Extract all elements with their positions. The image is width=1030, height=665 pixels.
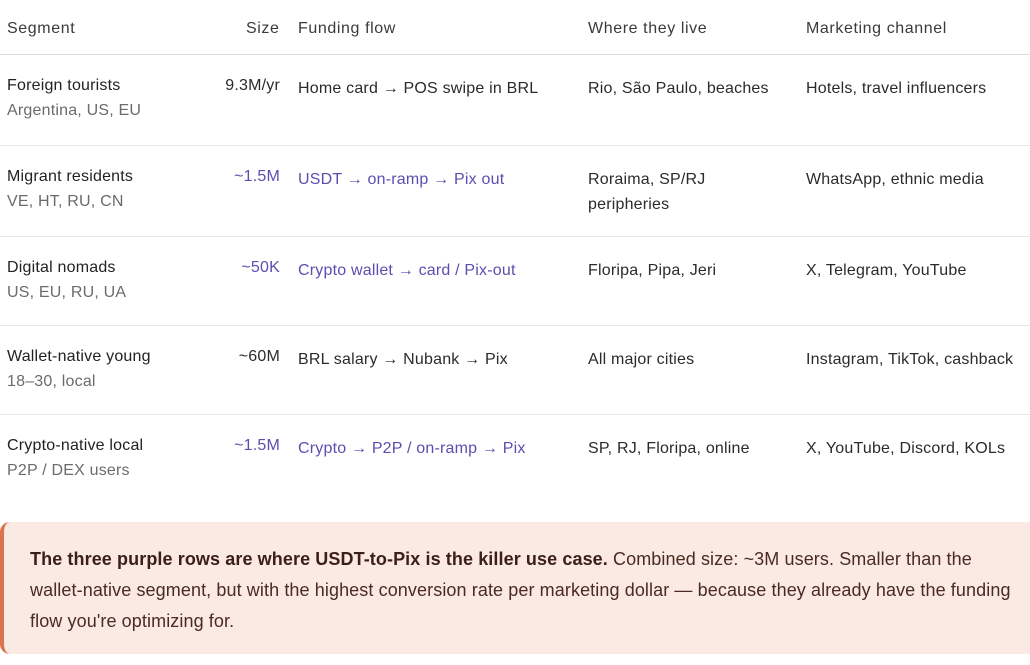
- funding-flow: Crypto wallet → card / Pix-out: [298, 262, 516, 279]
- callout-box: The three purple rows are where USDT-to-…: [0, 522, 1030, 654]
- where-they-live: peripheries: [588, 196, 670, 213]
- table-row: Crypto-native local P2P / DEX users ~1.5M C…: [0, 415, 1030, 505]
- funding-flow: BRL salary → Nubank → Pix: [298, 351, 508, 368]
- header-where-they-live: Where they live: [588, 20, 708, 37]
- header-segment: Segment: [7, 20, 76, 37]
- header-size: Size: [246, 20, 280, 37]
- table-row: Foreign tourists Argentina, US, EU 9.3M/yr…: [0, 55, 1030, 146]
- segment-size: ~50K: [241, 259, 280, 276]
- segment-name: Crypto-native local: [7, 437, 144, 454]
- where-they-live: Rio, São Paulo, beaches: [588, 80, 769, 97]
- callout-text: The three purple rows are where USDT-to-…: [30, 544, 1025, 637]
- marketing-channel: X, Telegram, YouTube: [806, 262, 967, 279]
- callout-bold: The three purple rows are where USDT-to-…: [30, 549, 608, 569]
- where-they-live: Floripa, Pipa, Jeri: [588, 262, 717, 279]
- where-they-live: All major cities: [588, 351, 695, 368]
- segments-table: Segment Size Funding flow Where they liv…: [0, 0, 1030, 505]
- segment-subtitle: P2P / DEX users: [7, 462, 130, 479]
- segment-size: ~60M: [238, 348, 280, 365]
- segment-size: ~1.5M: [234, 437, 280, 454]
- table-row: Digital nomads US, EU, RU, UA ~50K Crypto w…: [0, 237, 1030, 326]
- segment-name: Digital nomads: [7, 259, 116, 276]
- segment-name: Wallet-native young: [7, 348, 151, 365]
- marketing-channel: Instagram, TikTok, cashback: [806, 351, 1014, 368]
- segment-size: ~1.5M: [234, 168, 280, 185]
- marketing-channel: Hotels, travel influencers: [806, 80, 987, 97]
- segment-subtitle: VE, HT, RU, CN: [7, 193, 124, 210]
- segment-name: Migrant residents: [7, 168, 134, 185]
- table-row: Migrant residents VE, HT, RU, CN ~1.5M USDT…: [0, 146, 1030, 237]
- funding-flow: Crypto → P2P / on-ramp → Pix: [298, 440, 526, 457]
- segment-subtitle: Argentina, US, EU: [7, 102, 142, 119]
- marketing-channel: WhatsApp, ethnic media: [806, 171, 984, 188]
- table-row: Wallet-native young 18–30, local ~60M BRL s…: [0, 326, 1030, 415]
- segment-size: 9.3M/yr: [225, 77, 280, 94]
- segment-subtitle: US, EU, RU, UA: [7, 284, 127, 301]
- segment-name: Foreign tourists: [7, 77, 121, 94]
- header-marketing-channel: Marketing channel: [806, 20, 947, 37]
- header-funding-flow: Funding flow: [298, 20, 396, 37]
- table-header: Segment Size Funding flow Where they liv…: [0, 0, 1030, 55]
- where-they-live: SP, RJ, Floripa, online: [588, 440, 750, 457]
- funding-flow: USDT → on-ramp → Pix out: [298, 171, 505, 188]
- table-body: Foreign tourists Argentina, US, EU 9.3M/yr…: [0, 55, 1030, 505]
- segment-subtitle: 18–30, local: [7, 373, 96, 390]
- funding-flow: Home card → POS swipe in BRL: [298, 80, 539, 97]
- marketing-channel: X, YouTube, Discord, KOLs: [806, 440, 1006, 457]
- where-they-live: Roraima, SP/RJ: [588, 171, 706, 188]
